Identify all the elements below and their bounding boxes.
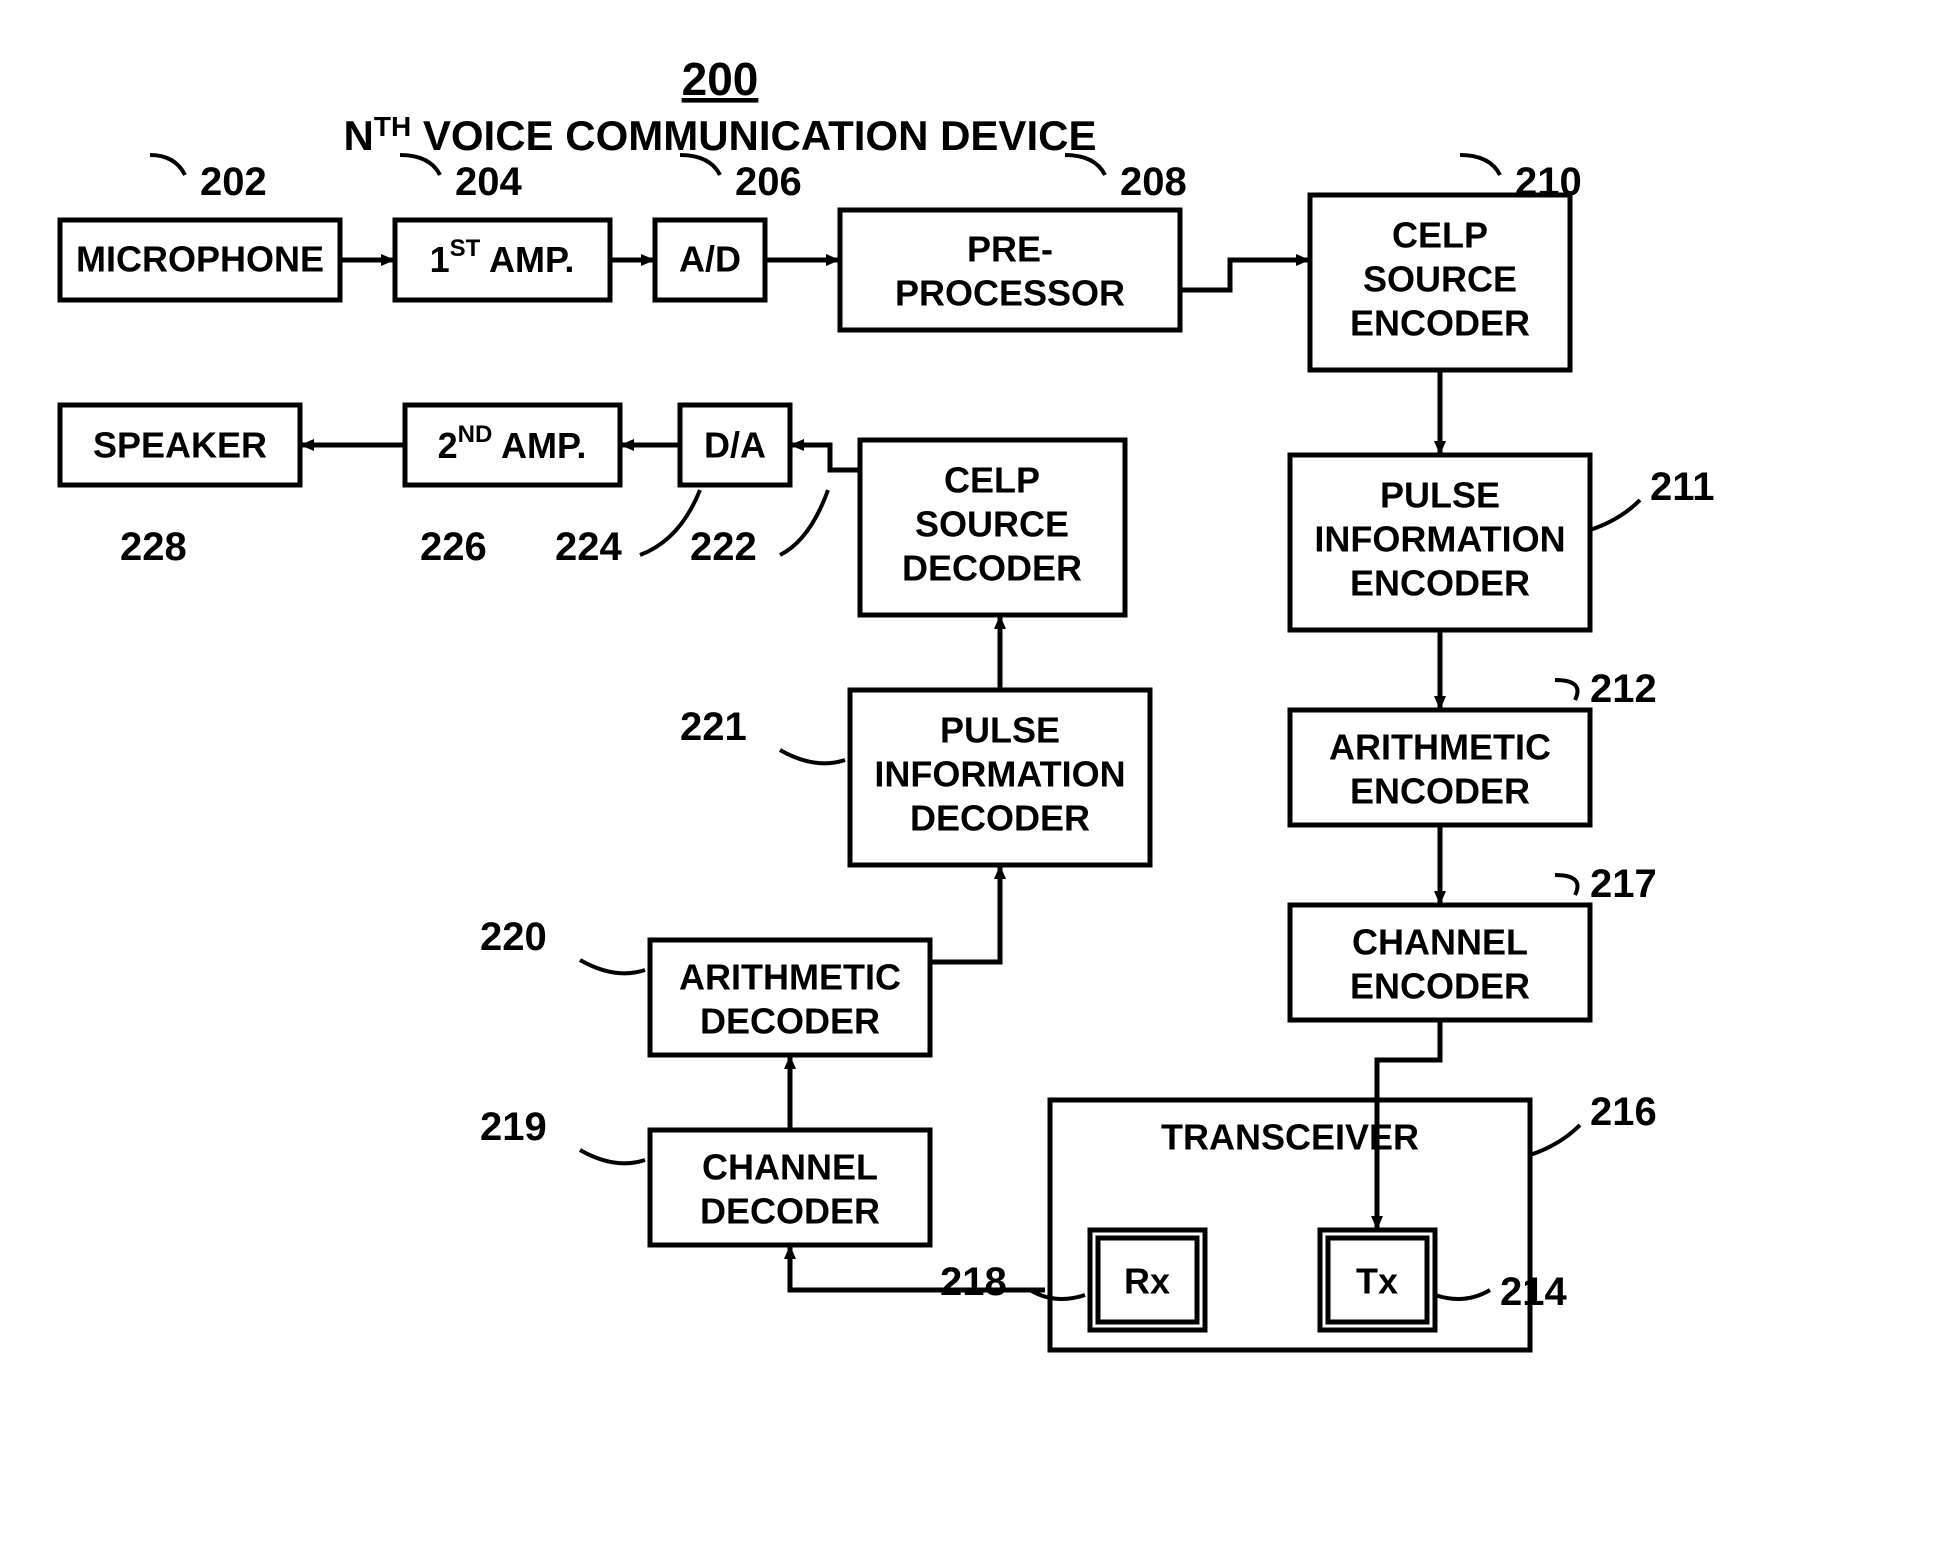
ce-l1: CHANNEL (1352, 922, 1528, 963)
da-label: D/A (704, 425, 766, 466)
ad-dec-l1: ARITHMETIC (679, 957, 901, 998)
microphone-label: MICROPHONE (76, 239, 324, 280)
pre-processor-block: PRE- PROCESSOR 208 (840, 155, 1187, 330)
celp-dec-l2: SOURCE (915, 504, 1069, 545)
celp-enc-l3: ENCODER (1350, 303, 1530, 344)
pid-l1: PULSE (940, 710, 1060, 751)
pie-ref: 211 (1650, 465, 1715, 509)
ad-ref: 206 (735, 160, 802, 204)
figure-number: 200 (682, 53, 759, 105)
tx-ref: 214 (1500, 1270, 1567, 1314)
celp-enc-l1: CELP (1392, 215, 1488, 256)
block-diagram: 200 NTH VOICE COMMUNICATION DEVICE MICRO… (0, 0, 1959, 1563)
celp-enc-l2: SOURCE (1363, 259, 1517, 300)
pulse-info-decoder-block: PULSE INFORMATION DECODER 221 (680, 690, 1150, 865)
ce-l2: ENCODER (1350, 966, 1530, 1007)
pre-l1: PRE- (967, 229, 1053, 270)
ae-ref: 212 (1590, 667, 1657, 711)
speaker-ref: 228 (120, 525, 187, 569)
second-amp-ref: 226 (420, 525, 487, 569)
channel-encoder-block: CHANNEL ENCODER 217 (1290, 862, 1657, 1020)
speaker-label: SPEAKER (93, 425, 267, 466)
ad-block: A/D 206 (655, 155, 802, 300)
transceiver-ref: 216 (1590, 1090, 1657, 1134)
ce-ref: 217 (1590, 862, 1657, 906)
ae-l2: ENCODER (1350, 771, 1530, 812)
pid-ref: 221 (680, 705, 747, 749)
da-ref: 224 (555, 525, 622, 569)
ad-dec-l2: DECODER (700, 1001, 880, 1042)
ad-dec-ref: 220 (480, 915, 547, 959)
cd-ref: 219 (480, 1105, 547, 1149)
celp-encoder-block: CELP SOURCE ENCODER 210 (1310, 155, 1582, 370)
pre-ref: 208 (1120, 160, 1187, 204)
arithmetic-encoder-block: ARITHMETIC ENCODER 212 (1290, 667, 1657, 825)
ae-l1: ARITHMETIC (1329, 727, 1551, 768)
celp-enc-ref: 210 (1515, 160, 1582, 204)
speaker-block: SPEAKER 228 (60, 405, 300, 569)
pie-l3: ENCODER (1350, 563, 1530, 604)
microphone-ref: 202 (200, 160, 267, 204)
pie-l1: PULSE (1380, 475, 1500, 516)
pre-l2: PROCESSOR (895, 273, 1125, 314)
ad-label: A/D (679, 239, 741, 280)
celp-dec-l1: CELP (944, 460, 1040, 501)
pie-l2: INFORMATION (1314, 519, 1565, 560)
first-amp-ref: 204 (455, 160, 522, 204)
diagram-title: NTH VOICE COMMUNICATION DEVICE (344, 111, 1097, 159)
arrow-addec-pid (930, 867, 1000, 962)
rx-ref: 218 (940, 1260, 1007, 1304)
arithmetic-decoder-block: ARITHMETIC DECODER 220 (480, 915, 930, 1055)
pid-l3: DECODER (910, 798, 1090, 839)
first-amp-block: 1ST AMP. 204 (395, 155, 610, 300)
channel-decoder-block: CHANNEL DECODER 219 (480, 1105, 930, 1245)
celp-dec-ref: 222 (690, 525, 757, 569)
pid-l2: INFORMATION (874, 754, 1125, 795)
celp-dec-l3: DECODER (902, 548, 1082, 589)
cd-l1: CHANNEL (702, 1147, 878, 1188)
transceiver-label: TRANSCEIVER (1161, 1117, 1419, 1158)
tx-label: Tx (1356, 1261, 1398, 1302)
transceiver-block: TRANSCEIVER 216 Rx 218 Tx 214 (940, 1090, 1657, 1350)
cd-l2: DECODER (700, 1191, 880, 1232)
pulse-info-encoder-block: PULSE INFORMATION ENCODER 211 (1290, 455, 1715, 630)
microphone-block: MICROPHONE 202 (60, 155, 340, 300)
arrow-rx-cd (790, 1247, 1045, 1290)
arrow-celpdec-da (792, 445, 860, 470)
rx-label: Rx (1124, 1261, 1170, 1302)
arrow-pre-celpenc (1180, 260, 1308, 290)
